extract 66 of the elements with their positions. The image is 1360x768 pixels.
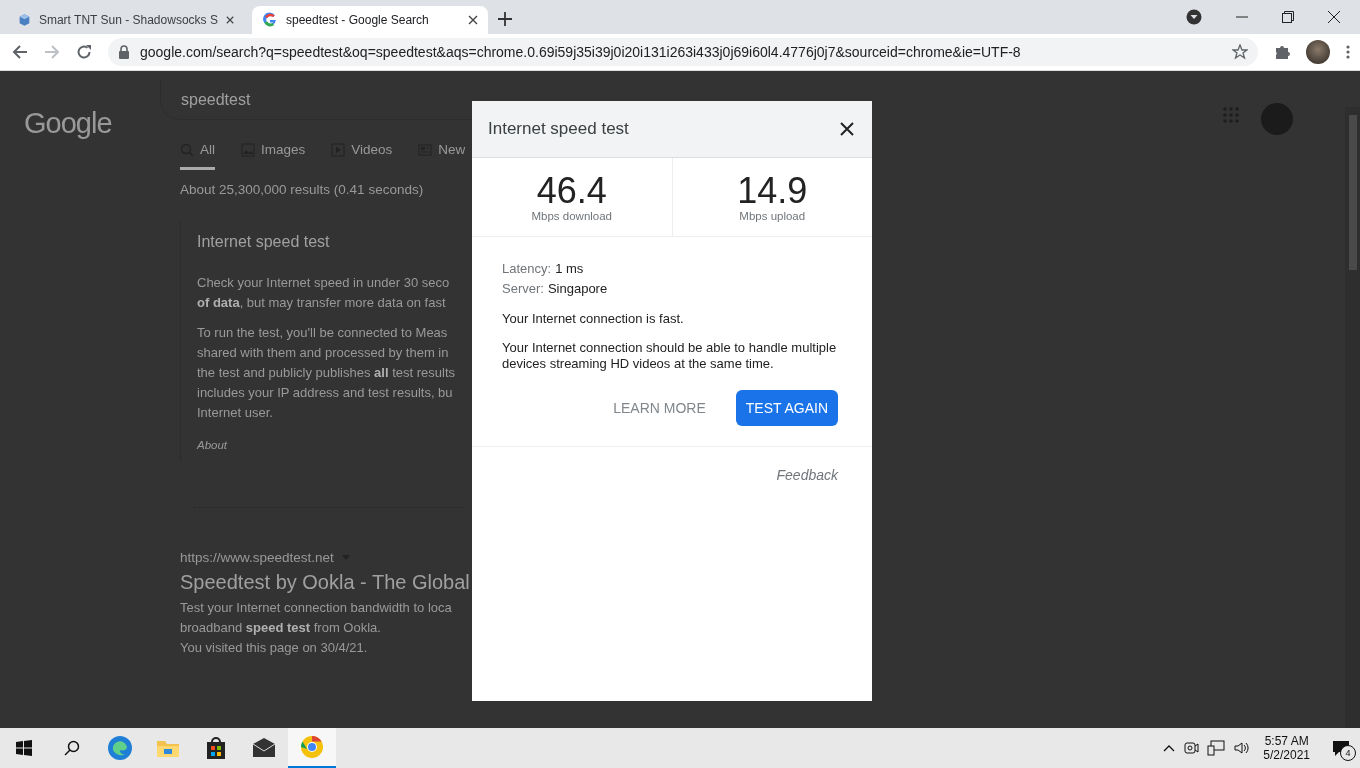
network-icon[interactable] xyxy=(1207,740,1226,756)
result-snippet: Test your Internet connection bandwidth to loca xyxy=(180,599,453,617)
card-text: To run the test, you'll be connected to Meas xyxy=(197,324,449,342)
star-icon[interactable] xyxy=(1232,44,1248,60)
clock-time[interactable]: 5:57 AM xyxy=(1264,734,1309,748)
address-bar[interactable]: google.com/search?q=speedtest&oq=speedtest&aqs=chrome.0.69i59j35i39j0i20i131i263i433j0j69i60l4.4776j0j7&sourceid=chrome&ie=UTF-8 xyxy=(108,38,1258,66)
close-icon xyxy=(225,15,234,25)
card-text: of data, but may transfer more data on fast xyxy=(197,294,447,312)
card-text: shared with them and processed by them in xyxy=(197,344,450,362)
reload-icon[interactable] xyxy=(76,44,92,60)
speed-label: Mbps download xyxy=(531,210,613,222)
search-tab[interactable]: Images xyxy=(241,142,306,170)
learn-more-button[interactable]: LEARN MORE xyxy=(605,392,714,424)
new-tab-icon[interactable] xyxy=(498,12,512,26)
search-tab[interactable]: Videos xyxy=(331,142,393,170)
test-again-button[interactable]: TEST AGAIN xyxy=(735,390,838,426)
profile-avatar[interactable] xyxy=(1306,40,1330,64)
card-text: Check your Internet speed in under 30 seco xyxy=(197,274,451,292)
volume-icon[interactable] xyxy=(1233,740,1250,756)
chrome-icon xyxy=(299,734,325,760)
restore-icon[interactable] xyxy=(1282,11,1294,23)
detail-label: Server: xyxy=(502,280,544,298)
result-description: Your Internet connection should be able to handle multiple devices streaming HD videos at the same time. xyxy=(502,340,838,372)
puzzle-icon[interactable] xyxy=(1274,44,1290,60)
card-text: includes your IP address and test results, bu xyxy=(197,384,454,402)
detail-value: Singapore xyxy=(547,280,608,298)
close-icon xyxy=(840,122,854,136)
feedback-link[interactable]: Feedback xyxy=(776,467,838,483)
back-icon[interactable] xyxy=(12,44,28,60)
camera-icon[interactable] xyxy=(1183,740,1200,756)
chevron-up-icon[interactable] xyxy=(1163,744,1176,752)
speed-label: Mbps upload xyxy=(739,210,806,222)
url-text: google.com/search?q=speedtest&oq=speedtest&aqs=chrome.0.69i59j35i39j0i20i131i263i433j0j69i60l4.4776j0j7&sourceid=chrome&ie=UTF-8 xyxy=(140,44,1022,60)
speed-value: 14.9 xyxy=(737,172,808,210)
result-stats: About 25,300,000 results (0.41 seconds) xyxy=(180,182,425,197)
cube-icon xyxy=(18,12,31,28)
result-url[interactable]: https://www.speedtest.net xyxy=(180,550,334,565)
detail-label: Latency: xyxy=(502,260,552,278)
windows-icon xyxy=(16,740,32,756)
notification-badge: 4 xyxy=(1340,745,1356,761)
browser-tab[interactable]: Smart TNT Sun - Shadowsocks S xyxy=(8,6,244,34)
detail-value: 1 ms xyxy=(555,260,584,278)
speed-value: 46.4 xyxy=(536,172,607,210)
edge-icon xyxy=(107,735,133,761)
search-tab[interactable]: All xyxy=(180,142,215,170)
lock-icon xyxy=(118,45,130,59)
search-icon xyxy=(64,740,80,756)
logo[interactable]: Google xyxy=(24,107,112,139)
clock-date[interactable]: 5/2/2021 xyxy=(1263,748,1310,762)
search-field[interactable]: speedtest xyxy=(160,81,471,120)
result-snippet: broadband speed test from Ookla. xyxy=(180,619,382,637)
download-icon[interactable] xyxy=(1186,9,1202,25)
result-message: Your Internet connection is fast. xyxy=(502,311,685,326)
search-tab[interactable]: New xyxy=(418,142,466,170)
browser-tab[interactable]: speedtest - Google Search xyxy=(252,6,488,34)
scrollbar[interactable] xyxy=(1345,107,1360,728)
visited-note: You visited this page on 30/4/21. xyxy=(180,639,369,657)
menu-icon[interactable] xyxy=(1346,44,1350,60)
google-icon xyxy=(262,12,278,28)
dialog-title: Internet speed test xyxy=(488,119,629,139)
card-title: Internet speed test xyxy=(197,233,331,251)
close-button[interactable] xyxy=(840,122,854,136)
close-icon[interactable] xyxy=(1328,11,1340,23)
close-icon xyxy=(468,15,478,25)
card-text: Internet user. xyxy=(197,404,274,422)
card-text: the test and publicly publishes all test results xyxy=(197,364,456,382)
